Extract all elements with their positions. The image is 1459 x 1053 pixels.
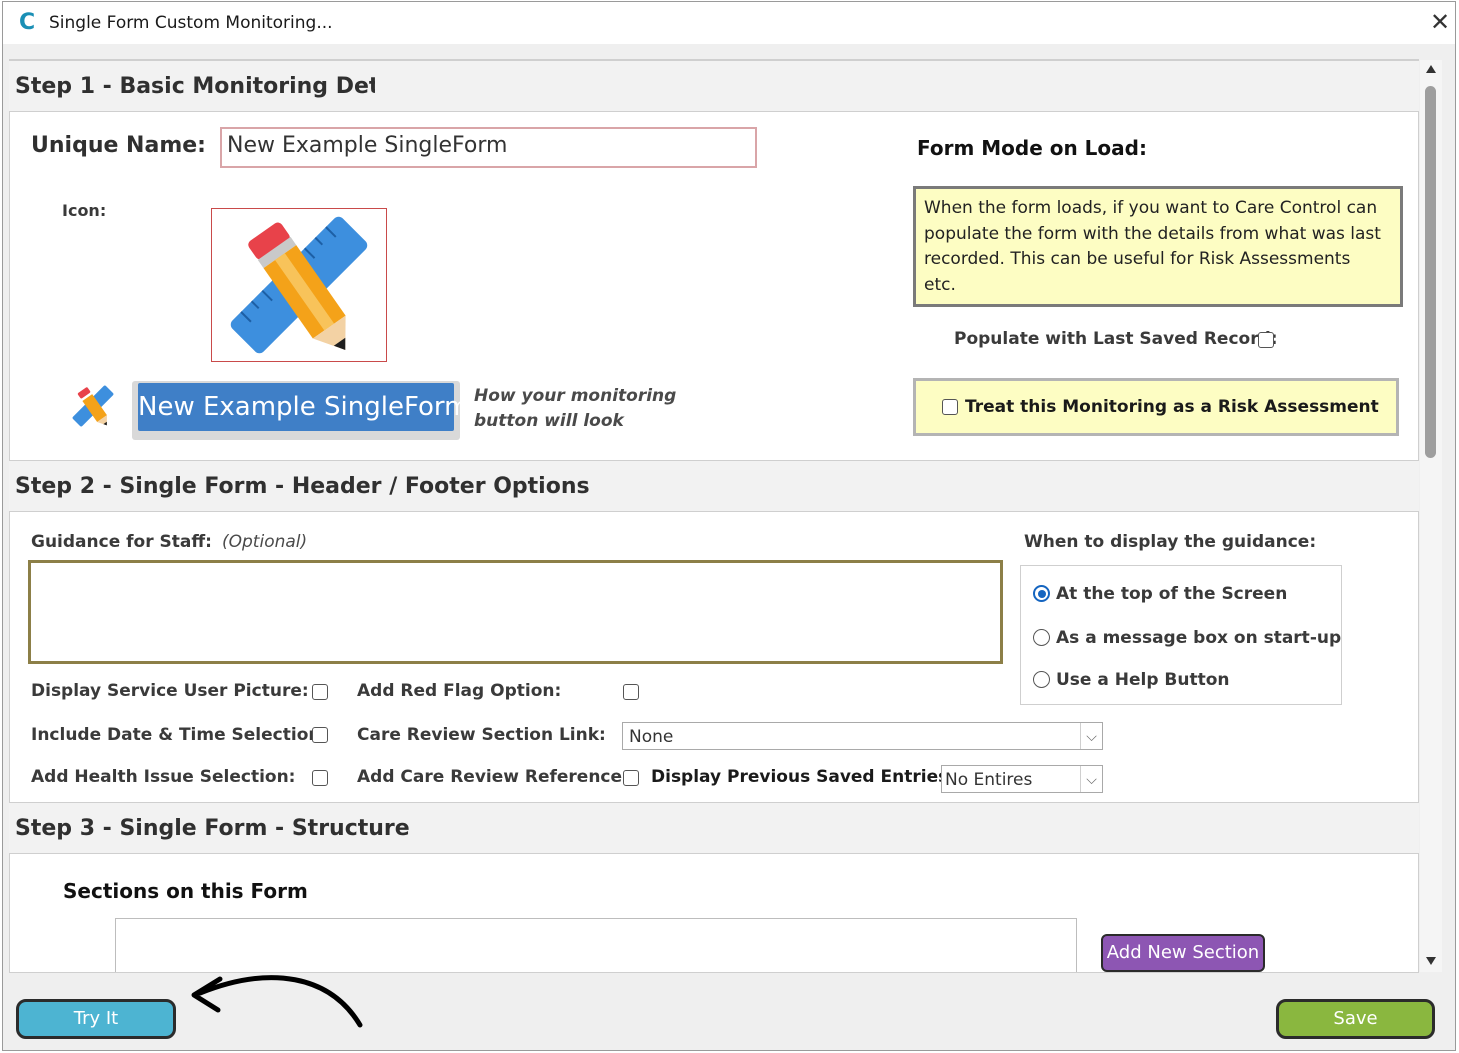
guidance-textarea[interactable] [28,560,1003,664]
unique-name-label: Unique Name: [31,133,206,158]
risk-assessment-label: Treat this Monitoring as a Risk Assessme… [965,397,1379,417]
preview-pencil-icon [72,385,114,427]
radio-message-box-label: As a message box on start-up [1056,628,1342,648]
step3-header: Step 3 - Single Form - Structure [9,802,1419,854]
radio-message-box[interactable] [1033,629,1050,646]
chevron-down-icon[interactable]: ⌵ [1080,766,1102,792]
title-bar: C Single Form Custom Monitoring... ✕ [3,2,1455,44]
pencil-ruler-icon [230,216,368,354]
care-review-link-select[interactable]: None ⌵ [622,722,1103,750]
unique-name-input[interactable]: New Example SingleForm [220,127,757,168]
prev-entries-value: No Entires [945,770,1033,790]
sections-label: Sections on this Form [63,879,308,903]
populate-last-saved-label: Populate with Last Saved Record: [954,329,1278,349]
prev-entries-select[interactable]: No Entires ⌵ [941,765,1103,793]
chevron-down-icon[interactable]: ⌵ [1080,723,1102,749]
care-review-ref-label: Add Care Review Reference: [357,767,629,787]
step1-header: Step 1 - Basic Monitoring Details [9,60,1419,112]
care-review-link-value: None [629,727,674,747]
guidance-optional: (Optional) [222,532,308,552]
radio-help-button-label: Use a Help Button [1056,670,1230,690]
close-icon[interactable]: ✕ [1425,8,1455,36]
risk-assessment-checkbox[interactable] [942,399,958,415]
step2-title: Step 2 - Single Form - Header / Footer O… [15,474,590,499]
date-time-checkbox[interactable] [312,727,328,743]
red-flag-checkbox[interactable] [623,684,639,700]
window-title: Single Form Custom Monitoring... [49,13,333,33]
care-review-link-label: Care Review Section Link: [357,725,606,745]
care-review-ref-checkbox[interactable] [623,770,639,786]
form-mode-info-text: When the form loads, if you want to Care… [924,198,1381,295]
preview-caption: How your monitoring button will look [474,386,677,431]
red-flag-label: Add Red Flag Option: [357,681,562,701]
scrollbar[interactable] [1420,60,1442,972]
app-logo: C [19,10,36,35]
icon-label: Icon: [62,201,107,220]
step3-title: Step 3 - Single Form - Structure [15,816,410,841]
scroll-down-icon[interactable] [1425,956,1437,966]
form-mode-info-box: When the form loads, if you want to Care… [913,186,1403,307]
when-display-label: When to display the guidance: [1024,532,1317,552]
health-issue-label: Add Health Issue Selection: [31,767,296,787]
radio-top-of-screen[interactable] [1033,585,1050,602]
arrow-pointer-icon [191,975,363,1028]
step2-header: Step 2 - Single Form - Header / Footer O… [9,460,1419,512]
scrollbar-thumb[interactable] [1425,86,1436,458]
form-mode-label: Form Mode on Load: [917,136,1147,160]
display-picture-checkbox[interactable] [312,684,328,700]
scroll-up-icon[interactable] [1425,64,1437,74]
save-button[interactable]: Save [1276,999,1435,1039]
add-section-button[interactable]: Add New Section [1101,934,1265,972]
step1-title: Step 1 - Basic Monitoring Details [15,74,375,99]
try-it-button[interactable]: Try It [16,999,176,1039]
date-time-label: Include Date & Time Selection: [31,725,328,745]
display-picture-label: Display Service User Picture: [31,681,309,701]
guidance-label: Guidance for Staff: [31,532,212,552]
radio-top-of-screen-label: At the top of the Screen [1056,584,1288,604]
health-issue-checkbox[interactable] [312,770,328,786]
radio-help-button[interactable] [1033,671,1050,688]
prev-entries-label: Display Previous Saved Entries: [651,767,956,787]
icon-picker[interactable] [211,208,387,362]
populate-last-saved-checkbox[interactable] [1258,332,1274,348]
preview-monitoring-button: New Example SingleForm [138,383,469,431]
sections-list[interactable] [115,918,1077,972]
